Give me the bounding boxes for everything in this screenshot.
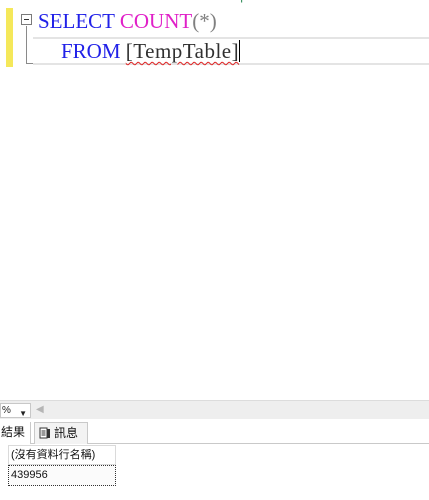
column-header[interactable]: (沒有資料行名稱) [8,445,116,465]
tab-results[interactable]: 結果 [0,422,31,444]
results-grid[interactable]: (沒有資料行名稱) 439956 [0,444,429,500]
outline-guide-end [26,63,33,64]
clipped-text-top: p [240,0,429,4]
outline-guide-line [26,26,27,64]
function-count: COUNT [119,9,193,33]
zoom-value: % [2,405,11,416]
count-args: (*) [192,9,217,33]
text-caret [239,40,241,62]
collapse-minus-icon[interactable] [21,14,32,25]
tab-messages[interactable]: 訊息 [34,422,88,444]
scroll-left-arrow-icon[interactable]: ◀ [36,404,44,415]
code-line-2[interactable]: FROM [TempTable] [61,38,241,64]
table-cell[interactable]: 439956 [8,465,116,486]
results-tabbar: 結果 訊息 [0,419,429,444]
editor-status-strip: % ▼ ◀ [0,400,429,419]
tab-messages-label: 訊息 [54,426,79,440]
table-identifier: [TempTable] [125,39,240,63]
query-editor[interactable]: p SELECT COUNT(*) FROM [TempTable] [0,0,429,400]
messages-icon [39,427,50,439]
zoom-dropdown[interactable]: % ▼ [0,403,31,418]
change-tracking-bar [6,8,13,67]
tab-results-label: 結果 [1,425,26,439]
keyword-from: FROM [61,39,121,63]
keyword-select: SELECT [38,9,115,33]
code-line-1[interactable]: SELECT COUNT(*) [38,8,217,34]
